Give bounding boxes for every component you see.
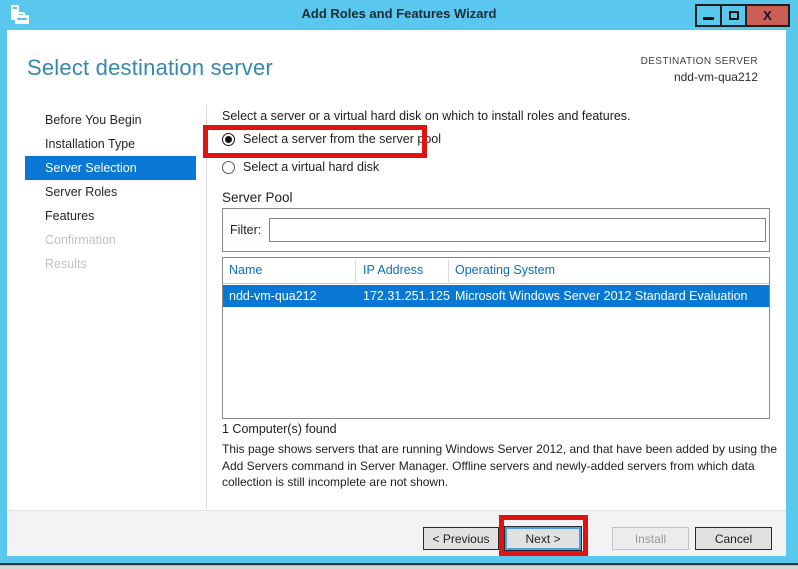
column-header-name[interactable]: Name	[229, 263, 262, 277]
cell-ip-address: 172.31.251.125	[363, 289, 450, 303]
previous-button[interactable]: < Previous	[423, 527, 499, 550]
radio-label: Select a server from the server pool	[243, 132, 441, 146]
sidebar-item-server-roles[interactable]: Server Roles	[25, 180, 196, 204]
sidebar-item-confirmation: Confirmation	[45, 233, 116, 247]
minimize-icon	[703, 17, 714, 20]
filter-label: Filter:	[230, 223, 262, 237]
window-controls: X	[695, 4, 790, 27]
window-title: Add Roles and Features Wizard	[301, 6, 497, 21]
sidebar-item-before-you-begin[interactable]: Before You Begin	[25, 108, 196, 132]
maximize-icon	[728, 11, 739, 20]
sidebar-divider	[206, 105, 207, 509]
table-header-row: Name IP Address Operating System	[223, 258, 769, 284]
radio-select-server-pool[interactable]: Select a server from the server pool	[222, 132, 441, 146]
wizard-content: Select destination server DESTINATION SE…	[7, 30, 786, 556]
minimize-button[interactable]	[695, 4, 722, 27]
radio-select-vhd[interactable]: Select a virtual hard disk	[222, 160, 379, 174]
filter-panel: Filter:	[222, 208, 770, 252]
cell-operating-system: Microsoft Windows Server 2012 Standard E…	[455, 289, 748, 303]
cancel-button[interactable]: Cancel	[695, 527, 772, 550]
page-description: This page shows servers that are running…	[222, 442, 778, 489]
radio-icon-selected	[222, 132, 235, 146]
filter-input[interactable]	[269, 218, 767, 242]
radio-label: Select a virtual hard disk	[243, 160, 380, 174]
install-button: Install	[612, 527, 689, 550]
next-button[interactable]: Next >	[505, 527, 581, 550]
server-pool-table: Name IP Address Operating System ndd-vm-…	[222, 257, 770, 419]
destination-block: DESTINATION SERVER ndd-vm-qua212	[641, 56, 758, 84]
server-pool-title: Server Pool	[222, 190, 293, 205]
cell-server-name: ndd-vm-qua212	[229, 289, 317, 303]
column-header-os[interactable]: Operating System	[455, 263, 555, 277]
column-divider	[448, 260, 449, 282]
column-divider	[355, 260, 356, 282]
computers-found-text: 1 Computer(s) found	[222, 422, 337, 436]
sidebar-item-server-selection[interactable]: Server Selection	[25, 156, 196, 180]
maximize-button[interactable]	[720, 4, 747, 27]
screen: Add Roles and Features Wizard X Select d…	[0, 0, 798, 569]
destination-server-name: ndd-vm-qua212	[673, 70, 758, 84]
sidebar-item-features[interactable]: Features	[25, 204, 196, 228]
titlebar: Add Roles and Features Wizard X	[0, 0, 798, 30]
column-header-ip[interactable]: IP Address	[363, 263, 423, 277]
desktop-sliver	[0, 565, 798, 569]
page-title: Select destination server	[27, 55, 273, 80]
sidebar-item-results: Results	[45, 257, 87, 271]
table-row-selected[interactable]: ndd-vm-qua212 172.31.251.125 Microsoft W…	[223, 285, 769, 307]
wizard-steps-sidebar: Before You Begin Installation Type Serve…	[25, 108, 196, 276]
close-button[interactable]: X	[745, 4, 790, 27]
intro-text: Select a server or a virtual hard disk o…	[222, 109, 631, 123]
sidebar-item-installation-type[interactable]: Installation Type	[25, 132, 196, 156]
radio-icon-unselected	[222, 160, 235, 174]
destination-label: DESTINATION SERVER	[640, 56, 758, 67]
wizard-window: Add Roles and Features Wizard X Select d…	[0, 0, 798, 563]
